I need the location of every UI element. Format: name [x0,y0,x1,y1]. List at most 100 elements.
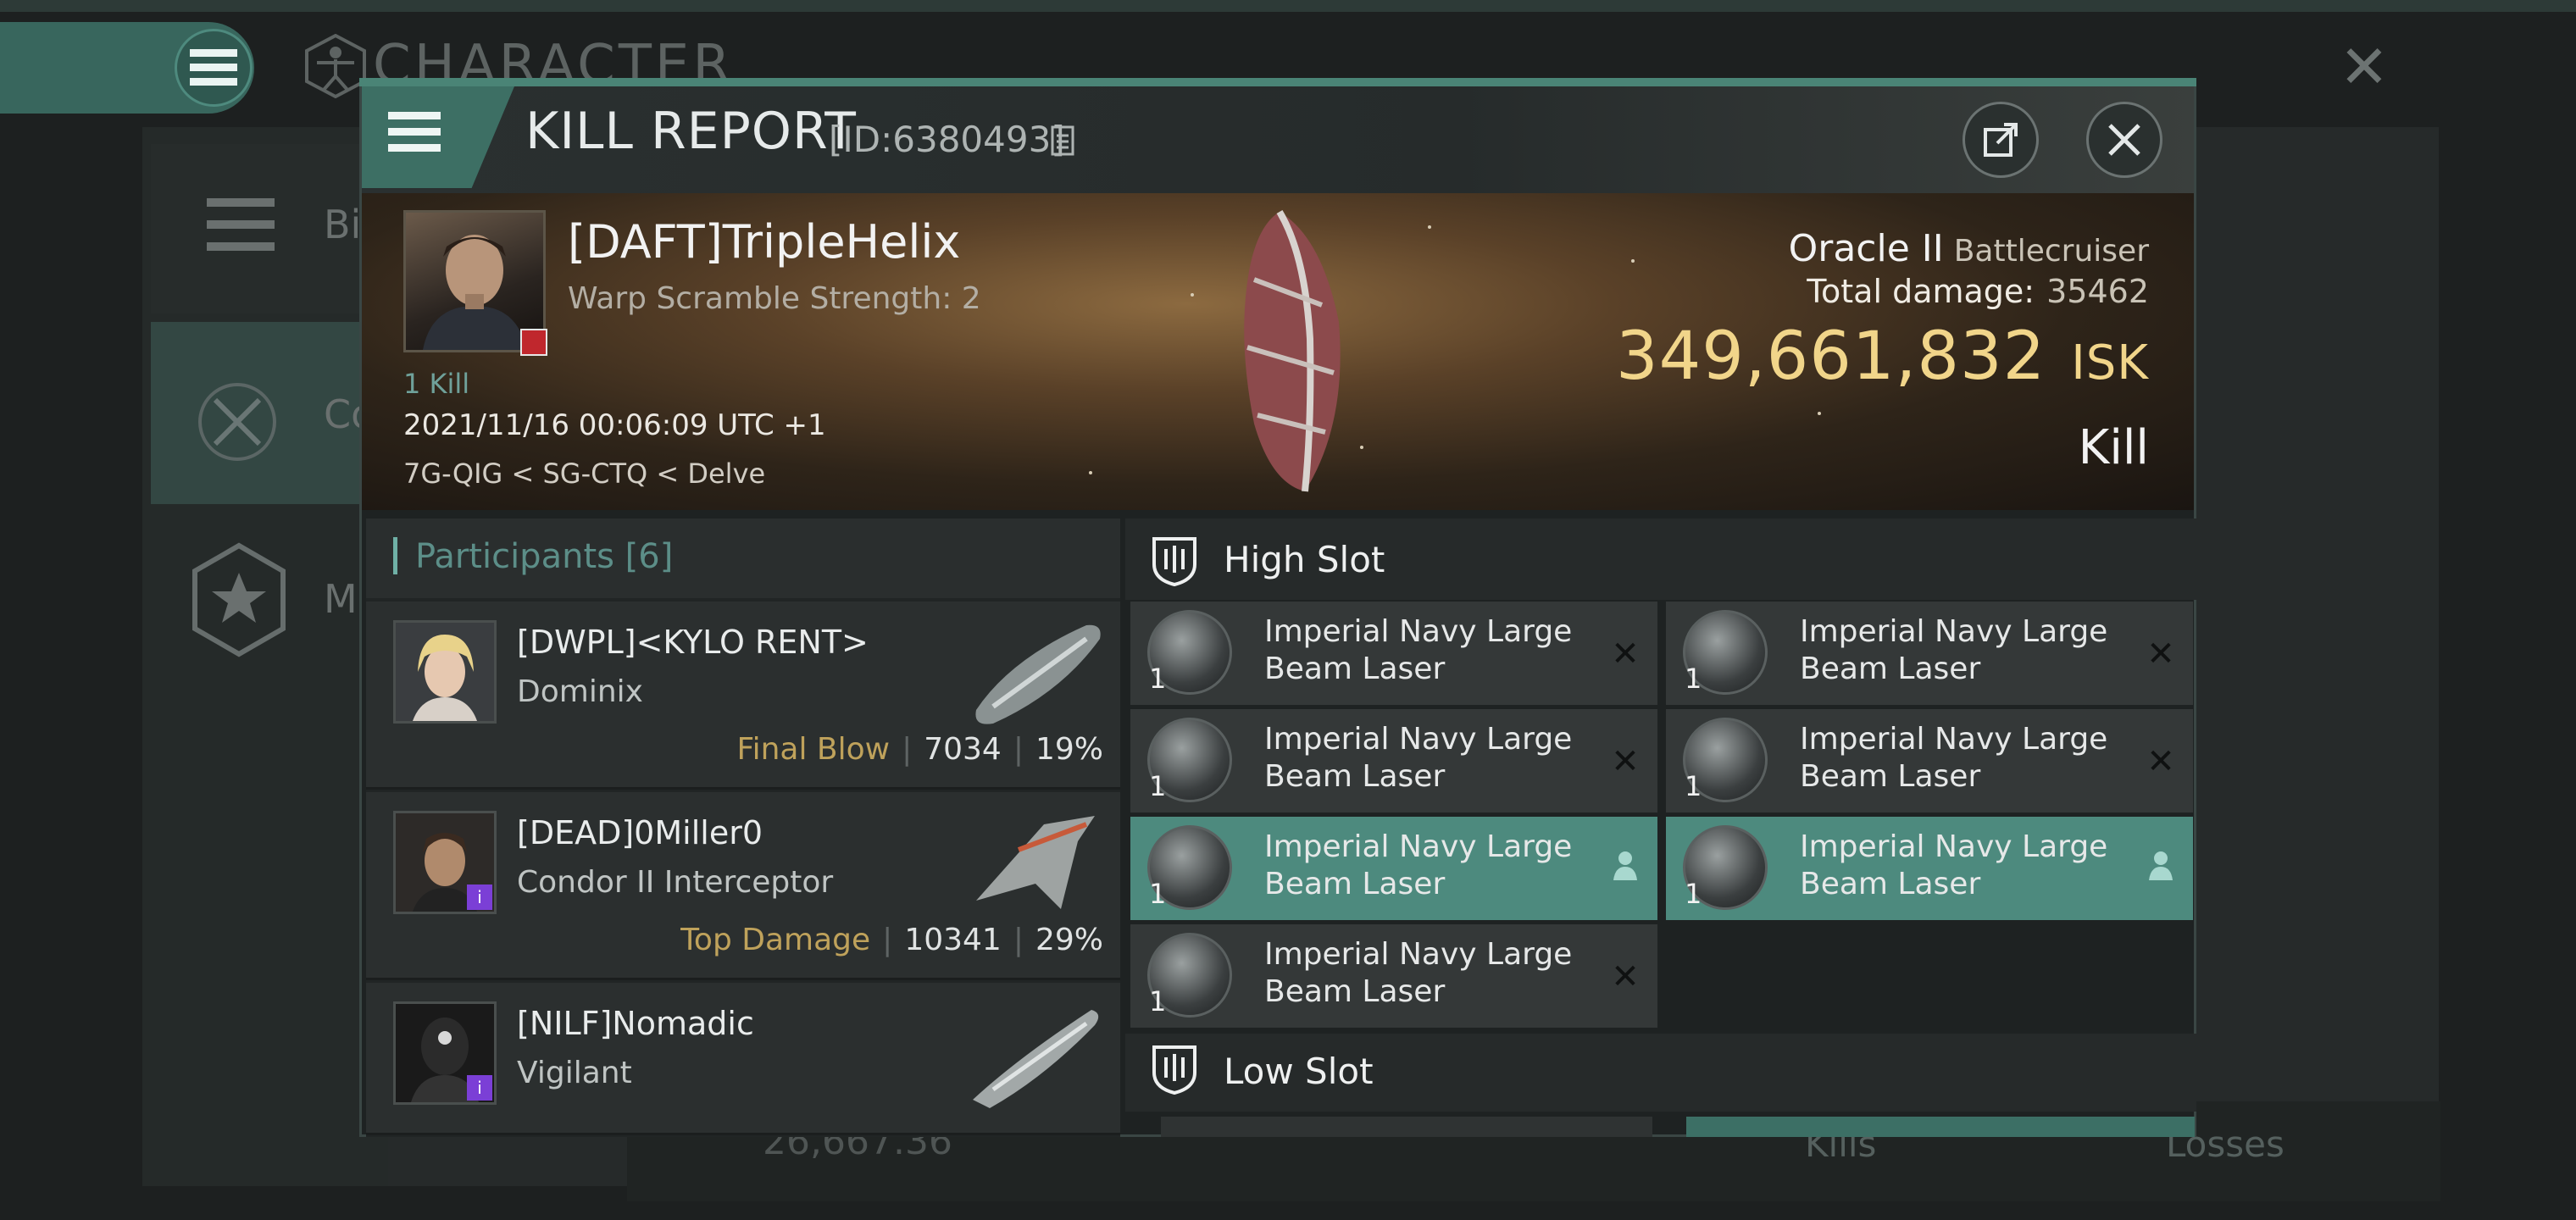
close-icon [2108,124,2140,156]
participant-stats: Final Blow | 7034 | 19% [736,732,1103,767]
star-shield-icon [192,542,286,657]
divider: | [902,732,913,767]
participant-ship-image [973,1010,1099,1108]
participant-ship-image [976,816,1095,909]
main-menu-button[interactable] [175,29,253,107]
destroyed-icon: ✕ [2146,635,2175,674]
participant-tag: Top Damage [680,923,871,957]
module-quantity: 1 [1149,663,1167,695]
high-slot-icon [1152,537,1196,586]
isk-value: 349,661,832 ISK [1616,319,2149,395]
participant-damage: 10341 [904,923,1002,957]
participant-avatar[interactable] [393,620,497,724]
module-name: Imperial Navy Large Beam Laser [1800,829,2108,901]
dialog-title: KILL REPORT [525,102,857,161]
module-name: Imperial Navy Large Beam Laser [1264,937,1573,1009]
participant-tag: Final Blow [736,732,891,767]
participant-row[interactable]: i [DEAD]0Miller0 Condor II Interceptor T… [366,792,1120,980]
kill-timestamp: 2021/11/16 00:06:09 UTC +1 [403,408,826,442]
module-item[interactable]: 1 Imperial Navy Large Beam Laser ✕ [1130,924,1657,1028]
destroyed-icon: ✕ [1611,742,1640,781]
victim-ship-name[interactable]: Oracle II Battlecruiser [1789,227,2149,270]
sidebar-label-bio: Bi [324,202,362,247]
module-item[interactable]: 1 Imperial Navy Large Beam Laser ✕ [1666,709,2193,812]
module-item[interactable]: 1 Imperial Navy Large Beam Laser [1130,817,1657,920]
module-item[interactable]: 1 Imperial Navy Large Beam Laser ✕ [1130,602,1657,705]
module-name: Imperial Navy Large Beam Laser [1264,829,1573,901]
victim-kill-count: 1 Kill [403,368,470,400]
module-quantity: 1 [1685,878,1702,910]
total-damage-label: Total damage: [1807,273,2035,310]
module-name: Imperial Navy Large Beam Laser [1264,722,1573,794]
high-slot-label: High Slot [1224,539,1385,580]
crossed-swords-icon [198,383,276,461]
dialog-accent-line [359,78,2196,86]
module-name: Imperial Navy Large Beam Laser [1264,614,1573,686]
participant-avatar[interactable]: i [393,811,497,914]
background-top-bar [0,0,2576,12]
dropped-person-icon [1605,849,1646,890]
kill-result-label: Kill [2078,420,2149,475]
module-name: Imperial Navy Large Beam Laser [1800,722,2108,794]
divider: | [1013,923,1024,957]
isk-amount: 349,661,832 [1615,319,2046,395]
participant-portrait-image [396,623,494,721]
participant-name[interactable]: [DWPL]<KYLO RENT> [517,624,869,661]
menu-icon[interactable] [388,108,447,156]
low-slot-module-partial[interactable] [1686,1117,2195,1137]
participant-ship: Condor II Interceptor [517,865,834,900]
participant-ship: Vigilant [517,1056,632,1090]
module-quantity: 1 [1685,663,1702,695]
destroyed-icon: ✕ [1611,957,1640,996]
module-item[interactable]: 1 Imperial Navy Large Beam Laser [1666,817,2193,920]
share-button[interactable] [1963,102,2039,178]
module-quantity: 1 [1685,770,1702,802]
list-icon [207,198,275,251]
isk-unit: ISK [2071,336,2149,391]
vitruvian-man-icon [305,34,366,98]
participant-name[interactable]: [DEAD]0Miller0 [517,814,763,851]
participant-ship: Dominix [517,674,643,709]
destroyed-icon: ✕ [1611,635,1640,674]
participant-name[interactable]: [NILF]Nomadic [517,1005,754,1042]
dropped-person-icon [2140,849,2181,890]
low-slot-icon [1152,1045,1196,1095]
total-damage-value: 35462 [2046,273,2149,310]
participant-damage: 7034 [924,732,1002,767]
module-name: Imperial Navy Large Beam Laser [1800,614,2108,686]
kill-id: [ID:6380493] [829,119,1065,160]
share-icon [1984,123,2018,157]
participant-percent: 29% [1035,923,1103,957]
participant-stats: Top Damage | 10341 | 29% [680,923,1103,957]
divider: | [882,923,893,957]
background-close-icon[interactable]: ✕ [2332,37,2396,102]
module-quantity: 1 [1149,985,1167,1018]
module-quantity: 1 [1149,770,1167,802]
module-item[interactable]: 1 Imperial Navy Large Beam Laser ✕ [1130,709,1657,812]
participant-row[interactable]: i [NILF]Nomadic Vigilant [366,983,1120,1135]
menu-icon [190,49,237,86]
close-button[interactable] [2086,102,2162,178]
victim-ship-image[interactable] [1220,203,1356,500]
participants-title: Participants [6] [415,537,674,576]
copy-icon[interactable] [1049,124,1078,159]
participant-row[interactable]: [DWPL]<KYLO RENT> Dominix Final Blow | 703… [366,602,1120,790]
participant-badge-icon: i [467,884,492,910]
module-quantity: 1 [1149,878,1167,910]
divider: | [1013,732,1024,767]
victim-warp-scramble: Warp Scramble Strength: 2 [568,281,981,316]
kill-location[interactable]: 7G-QIG < SG-CTQ < Delve [403,458,765,490]
low-slot-label: Low Slot [1224,1051,1374,1092]
module-item[interactable]: 1 Imperial Navy Large Beam Laser ✕ [1666,602,2193,705]
standing-badge-icon [520,329,547,356]
participant-ship-image [975,624,1101,724]
participant-avatar[interactable]: i [393,1001,497,1105]
total-damage: Total damage: 35462 [1807,273,2149,310]
destroyed-icon: ✕ [2146,742,2175,781]
participant-percent: 19% [1035,732,1103,767]
low-slot-module-partial[interactable] [1161,1117,1652,1137]
participants-header-accent [393,537,397,574]
participant-badge-icon: i [467,1075,492,1101]
victim-name[interactable]: [DAFT]TripleHelix [568,215,960,269]
ship-name-text: Oracle II [1788,227,1944,270]
